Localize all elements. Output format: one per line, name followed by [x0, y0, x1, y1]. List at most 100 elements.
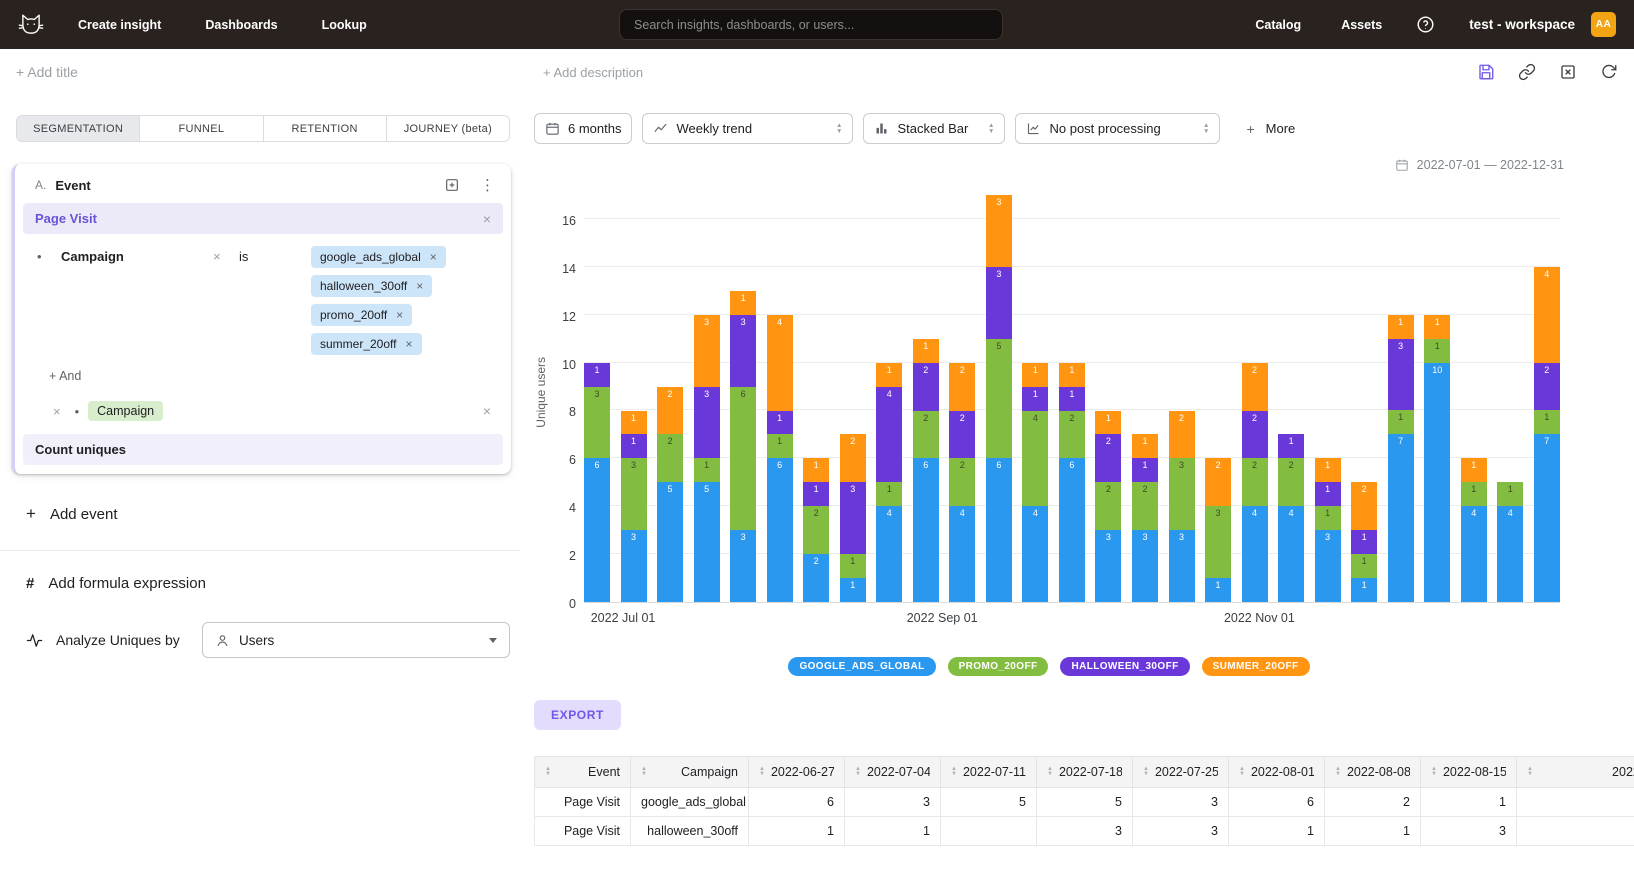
- bar-segment-google-ads-global[interactable]: 3: [1095, 530, 1121, 602]
- bar-segment-summer-20off[interactable]: 2: [949, 363, 975, 411]
- help-icon[interactable]: [1416, 15, 1435, 34]
- chip-remove-icon[interactable]: ×: [416, 279, 423, 293]
- topnav-catalog[interactable]: Catalog: [1255, 18, 1301, 32]
- sort-icon[interactable]: ▲▼: [1527, 767, 1533, 778]
- bar-segment-summer-20off[interactable]: 1: [1022, 363, 1048, 387]
- bar-segment-summer-20off[interactable]: 2: [840, 434, 866, 482]
- bar-2022-10-24[interactable]: 231: [1205, 458, 1231, 602]
- filter-chip-promo-20off[interactable]: promo_20off×: [311, 304, 412, 326]
- bar-segment-google-ads-global[interactable]: 6: [767, 458, 793, 602]
- bar-segment-google-ads-global[interactable]: 4: [1278, 506, 1304, 602]
- bar-segment-google-ads-global[interactable]: 1: [1205, 578, 1231, 602]
- date-preset-button[interactable]: 6 months: [534, 113, 632, 144]
- bar-2022-06-27[interactable]: 136: [584, 363, 610, 602]
- bar-segment-google-ads-global[interactable]: 3: [1315, 530, 1341, 602]
- bar-segment-summer-20off[interactable]: 1: [1059, 363, 1085, 387]
- add-title-button[interactable]: + Add title: [16, 64, 78, 80]
- bar-segment-google-ads-global[interactable]: 1: [840, 578, 866, 602]
- aggregation-selector[interactable]: Count uniques: [23, 434, 503, 465]
- bar-segment-halloween-30off[interactable]: 1: [584, 363, 610, 387]
- bar-segment-promo-20off[interactable]: 1: [840, 554, 866, 578]
- bar-segment-google-ads-global[interactable]: 3: [1132, 530, 1158, 602]
- bar-segment-google-ads-global[interactable]: 1: [1351, 578, 1377, 602]
- bar-segment-summer-20off[interactable]: 3: [986, 195, 1012, 267]
- sort-icon[interactable]: ▲▼: [1143, 767, 1149, 778]
- chip-remove-icon[interactable]: ×: [430, 250, 437, 264]
- bar-segment-summer-20off[interactable]: 1: [913, 339, 939, 363]
- bar-segment-summer-20off[interactable]: 1: [1388, 315, 1414, 339]
- bar-segment-promo-20off[interactable]: 6: [730, 387, 756, 531]
- remove-breakdown-row-icon[interactable]: ×: [483, 403, 491, 419]
- chip-remove-icon[interactable]: ×: [396, 308, 403, 322]
- bar-segment-google-ads-global[interactable]: 5: [694, 482, 720, 602]
- remove-event-icon[interactable]: ×: [483, 211, 491, 227]
- bar-2022-12-26[interactable]: 4217: [1534, 267, 1560, 602]
- bar-segment-google-ads-global[interactable]: 4: [1022, 506, 1048, 602]
- bar-segment-summer-20off[interactable]: 2: [1351, 482, 1377, 530]
- bar-segment-summer-20off[interactable]: 2: [1169, 411, 1195, 459]
- bar-2022-07-18[interactable]: 3315: [694, 315, 720, 602]
- bar-segment-promo-20off[interactable]: 2: [913, 411, 939, 459]
- bar-segment-halloween-30off[interactable]: 2: [913, 363, 939, 411]
- sort-icon[interactable]: ▲▼: [1239, 767, 1245, 778]
- workspace-name[interactable]: test - workspace: [1469, 17, 1575, 32]
- bar-segment-halloween-30off[interactable]: 2: [1095, 434, 1121, 482]
- topnav-lookup[interactable]: Lookup: [322, 18, 367, 32]
- bar-segment-google-ads-global[interactable]: 6: [1059, 458, 1085, 602]
- more-button[interactable]: + More: [1246, 121, 1295, 137]
- bar-segment-google-ads-global[interactable]: 4: [1497, 506, 1523, 602]
- bar-segment-halloween-30off[interactable]: 3: [986, 267, 1012, 339]
- bar-segment-promo-20off[interactable]: 1: [1497, 482, 1523, 506]
- bar-segment-halloween-30off[interactable]: 1: [1278, 434, 1304, 458]
- bar-segment-summer-20off[interactable]: 2: [1242, 363, 1268, 411]
- bar-2022-07-04[interactable]: 1133: [621, 411, 647, 603]
- add-and-condition-button[interactable]: + And: [49, 369, 503, 383]
- bar-2022-08-22[interactable]: 1414: [876, 363, 902, 602]
- column-header-2022-06-27[interactable]: ▲▼2022-06-27: [749, 757, 845, 788]
- avatar[interactable]: AA: [1591, 12, 1616, 37]
- bar-segment-promo-20off[interactable]: 1: [1461, 482, 1487, 506]
- filter-property[interactable]: Campaign: [61, 246, 213, 264]
- bar-segment-halloween-30off[interactable]: 1: [767, 411, 793, 435]
- bar-2022-12-12[interactable]: 114: [1461, 458, 1487, 602]
- bar-segment-promo-20off[interactable]: 1: [876, 482, 902, 506]
- add-description-button[interactable]: + Add description: [543, 65, 643, 80]
- bar-segment-halloween-30off[interactable]: 3: [730, 315, 756, 387]
- breakdown-property-chip[interactable]: Campaign: [88, 401, 163, 421]
- bar-segment-google-ads-global[interactable]: 4: [1461, 506, 1487, 602]
- bar-segment-google-ads-global[interactable]: 3: [1169, 530, 1195, 602]
- bar-segment-halloween-30off[interactable]: 3: [1388, 339, 1414, 411]
- filter-chip-google-ads-global[interactable]: google_ads_global×: [311, 246, 446, 268]
- bar-segment-promo-20off[interactable]: 5: [986, 339, 1012, 459]
- bar-segment-summer-20off[interactable]: 1: [1424, 315, 1450, 339]
- sort-icon[interactable]: ▲▼: [545, 767, 551, 778]
- column-header-2022-07-18[interactable]: ▲▼2022-07-18: [1037, 757, 1133, 788]
- bar-segment-promo-20off[interactable]: 3: [1169, 458, 1195, 530]
- bar-segment-promo-20off[interactable]: 1: [1534, 410, 1560, 434]
- column-header-2022-08-15[interactable]: ▲▼2022-08-15: [1421, 757, 1517, 788]
- bar-segment-promo-20off[interactable]: 1: [1315, 506, 1341, 530]
- bar-segment-halloween-30off[interactable]: 1: [1132, 458, 1158, 482]
- bar-segment-halloween-30off[interactable]: 2: [949, 411, 975, 459]
- column-header-campaign[interactable]: ▲▼Campaign: [631, 757, 749, 788]
- bar-segment-google-ads-global[interactable]: 3: [621, 530, 647, 602]
- bar-segment-google-ads-global[interactable]: 4: [1242, 506, 1268, 602]
- remove-breakdown-icon[interactable]: ×: [53, 404, 61, 419]
- bar-segment-google-ads-global[interactable]: 6: [913, 458, 939, 602]
- bar-segment-google-ads-global[interactable]: 4: [876, 506, 902, 602]
- save-icon[interactable]: [1477, 63, 1495, 81]
- bar-segment-promo-20off[interactable]: 2: [1278, 458, 1304, 506]
- bar-2022-07-25[interactable]: 1363: [730, 291, 756, 602]
- filter-operator[interactable]: is: [239, 246, 311, 264]
- bar-segment-halloween-30off[interactable]: 2: [1534, 363, 1560, 411]
- bar-2022-09-19[interactable]: 1144: [1022, 363, 1048, 602]
- bar-segment-promo-20off[interactable]: 2: [949, 458, 975, 506]
- bar-segment-halloween-30off[interactable]: 4: [876, 387, 902, 483]
- sort-icon[interactable]: ▲▼: [951, 767, 957, 778]
- selected-event-row[interactable]: Page Visit ×: [23, 203, 503, 234]
- chart-type-select[interactable]: Stacked Bar ▲▼: [863, 113, 1005, 144]
- kebab-menu-icon[interactable]: ⋮: [480, 178, 495, 193]
- column-header-event[interactable]: ▲▼Event: [535, 757, 631, 788]
- bar-2022-11-14[interactable]: 1113: [1315, 458, 1341, 602]
- bar-segment-promo-20off[interactable]: 2: [803, 506, 829, 554]
